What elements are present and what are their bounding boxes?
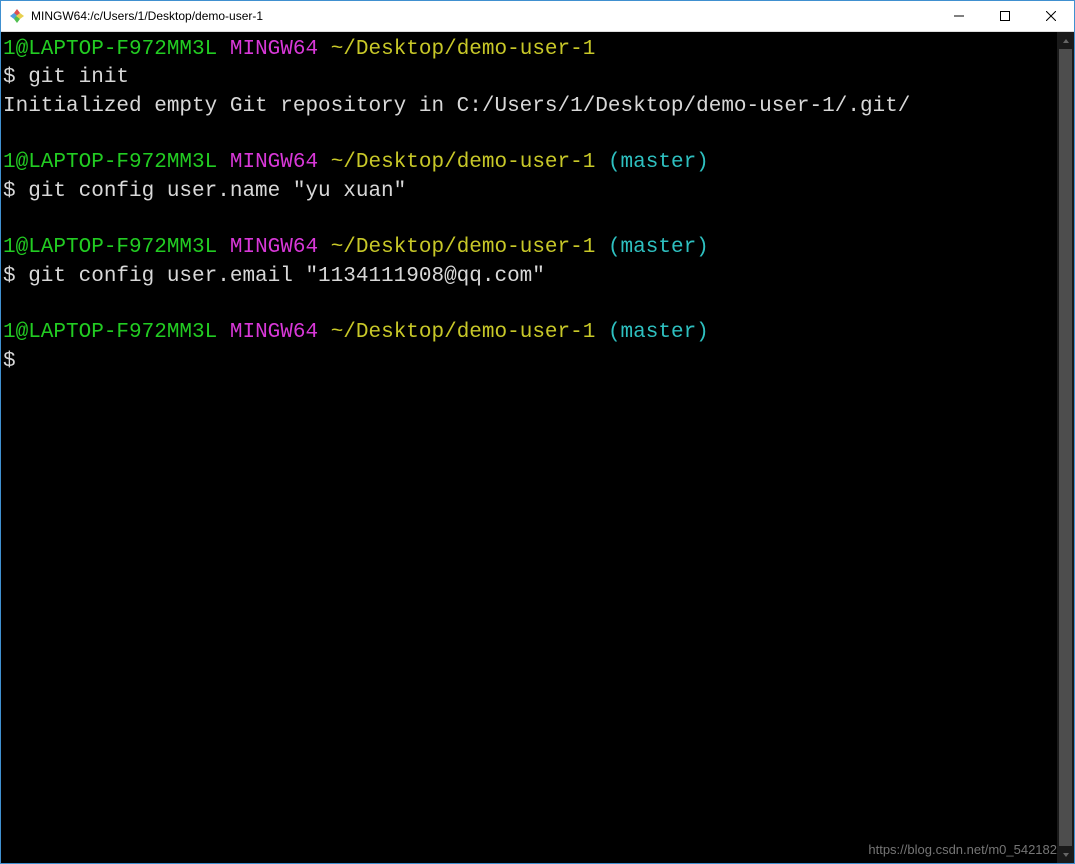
window-title: MINGW64:/c/Users/1/Desktop/demo-user-1 xyxy=(31,9,936,23)
minimize-button[interactable] xyxy=(936,1,982,31)
terminal-container: 1@LAPTOP-F972MM3L MINGW64 ~/Desktop/demo… xyxy=(1,32,1074,863)
prompt-env: MINGW64 xyxy=(230,151,318,174)
close-button[interactable] xyxy=(1028,1,1074,31)
command-line: $ git init xyxy=(3,64,1055,92)
scrollbar-thumb[interactable] xyxy=(1059,49,1072,846)
watermark: https://blog.csdn.net/m0_542182 xyxy=(868,842,1057,857)
blank-line xyxy=(3,291,1055,319)
scrollbar-track[interactable] xyxy=(1057,49,1074,846)
window-controls xyxy=(936,1,1074,31)
command-line: $ xyxy=(3,348,1055,376)
prompt-line: 1@LAPTOP-F972MM3L MINGW64 ~/Desktop/demo… xyxy=(3,234,1055,262)
command-line: $ git config user.email "1134111908@qq.c… xyxy=(3,263,1055,291)
prompt-branch: (master) xyxy=(608,151,709,174)
prompt-env: MINGW64 xyxy=(230,236,318,259)
scrollbar-up-arrow[interactable] xyxy=(1057,32,1074,49)
prompt-env: MINGW64 xyxy=(230,38,318,61)
application-window: MINGW64:/c/Users/1/Desktop/demo-user-1 1… xyxy=(0,0,1075,864)
scrollbar-down-arrow[interactable] xyxy=(1057,846,1074,863)
prompt-path: ~/Desktop/demo-user-1 xyxy=(331,236,596,259)
command-line: $ git config user.name "yu xuan" xyxy=(3,178,1055,206)
scrollbar[interactable] xyxy=(1057,32,1074,863)
prompt-user-host: 1@LAPTOP-F972MM3L xyxy=(3,151,217,174)
prompt-line: 1@LAPTOP-F972MM3L MINGW64 ~/Desktop/demo… xyxy=(3,149,1055,177)
prompt-branch: (master) xyxy=(608,236,709,259)
prompt-user-host: 1@LAPTOP-F972MM3L xyxy=(3,321,217,344)
prompt-path: ~/Desktop/demo-user-1 xyxy=(331,151,596,174)
prompt-branch: (master) xyxy=(608,321,709,344)
prompt-path: ~/Desktop/demo-user-1 xyxy=(331,38,596,61)
prompt-line: 1@LAPTOP-F972MM3L MINGW64 ~/Desktop/demo… xyxy=(3,36,1055,64)
prompt-path: ~/Desktop/demo-user-1 xyxy=(331,321,596,344)
terminal[interactable]: 1@LAPTOP-F972MM3L MINGW64 ~/Desktop/demo… xyxy=(1,32,1057,863)
maximize-button[interactable] xyxy=(982,1,1028,31)
blank-line xyxy=(3,121,1055,149)
prompt-user-host: 1@LAPTOP-F972MM3L xyxy=(3,38,217,61)
prompt-env: MINGW64 xyxy=(230,321,318,344)
prompt-line: 1@LAPTOP-F972MM3L MINGW64 ~/Desktop/demo… xyxy=(3,319,1055,347)
prompt-user-host: 1@LAPTOP-F972MM3L xyxy=(3,236,217,259)
app-icon xyxy=(9,8,25,24)
blank-line xyxy=(3,206,1055,234)
command-output: Initialized empty Git repository in C:/U… xyxy=(3,93,1055,121)
titlebar[interactable]: MINGW64:/c/Users/1/Desktop/demo-user-1 xyxy=(1,1,1074,32)
